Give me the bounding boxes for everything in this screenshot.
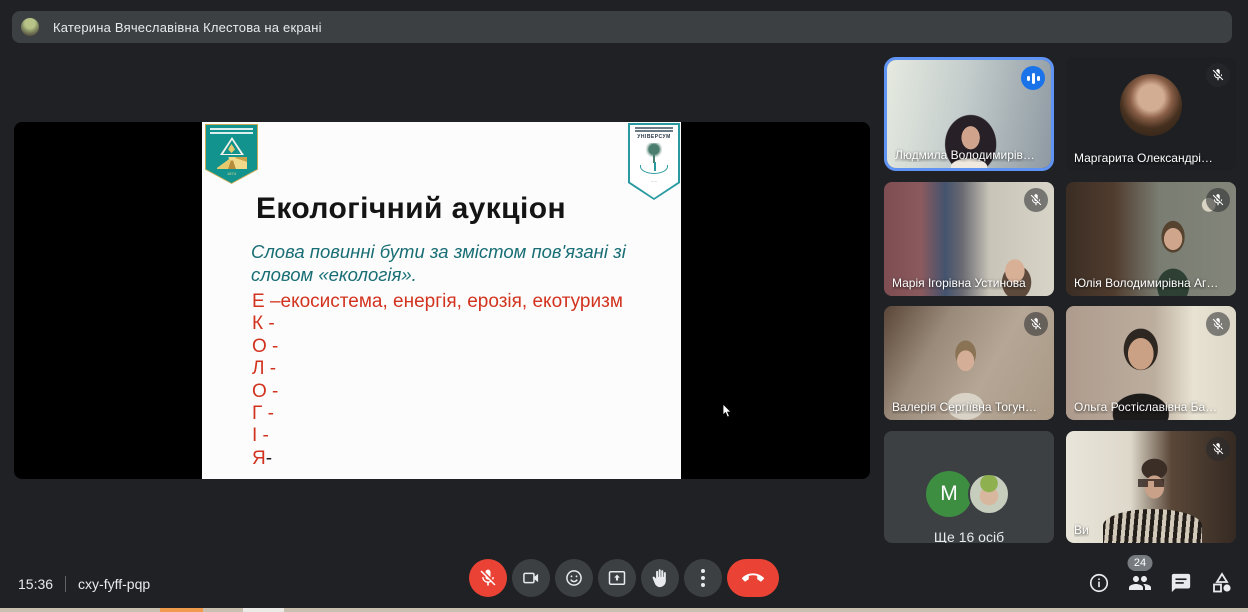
participant-name: Марія Ігорівна Устинова (892, 276, 1026, 290)
meeting-statusbar: 15:36 cxy-fyff-pqp (18, 576, 150, 592)
mic-off-icon (480, 569, 496, 586)
raise-hand-button[interactable] (641, 559, 679, 597)
present-screen-button[interactable] (598, 559, 636, 597)
mic-off-icon (1206, 63, 1230, 87)
participant-tile-marharyta[interactable]: Маргарита Олександрі… (1066, 57, 1236, 171)
mic-off-icon (1206, 437, 1230, 461)
videocam-icon (523, 572, 539, 584)
glasses-decoration (1138, 478, 1164, 487)
university-crest-logo: 1874 (205, 124, 258, 184)
participant-name: Людмила Володимирів… (895, 148, 1035, 162)
mute-microphone-button[interactable] (469, 559, 507, 597)
self-label: Ви (1074, 523, 1089, 537)
universum-college-logo: УНІВЕРСУМ ····· (628, 123, 680, 200)
participant-avatar (1120, 73, 1182, 136)
letter-line: О - (252, 335, 279, 357)
google-meet-window: Катерина Вячеславівна Клестова на екрані… (0, 0, 1248, 612)
show-participants-button[interactable]: 24 (1127, 555, 1153, 595)
shared-screen-stage: 1874 УНІВЕРСУМ ····· Екологічний аукціон… (14, 122, 870, 479)
participant-name: Валерія Сергіївна Тогун… (892, 400, 1037, 414)
overflow-avatars: M (926, 471, 1012, 517)
mic-off-icon (1024, 312, 1048, 336)
letter-line: К - (252, 313, 275, 335)
universum-wordmark: УНІВЕРСУМ (637, 134, 671, 140)
raise-hand-icon (652, 569, 666, 588)
info-icon (1089, 573, 1109, 593)
statusbar-divider (65, 576, 67, 592)
participant-tile-mariia[interactable]: Марія Ігорівна Устинова (884, 182, 1054, 296)
camera-button[interactable] (512, 559, 550, 597)
activities-shapes-icon (1213, 572, 1231, 593)
slide-subtitle: Слова повинні бути за змістом пов'язані … (251, 241, 626, 285)
present-to-all-icon (608, 571, 626, 585)
mouse-cursor (722, 404, 732, 418)
people-icon (1129, 576, 1151, 590)
participant-tile-liudmyla[interactable]: Людмила Володимирів… (884, 57, 1054, 171)
meeting-details-button[interactable] (1087, 571, 1111, 595)
meeting-panels-actions: 24 (1087, 555, 1234, 595)
more-vert-icon (701, 569, 705, 587)
participants-count-badge: 24 (1127, 555, 1153, 571)
letter-line: Л - (252, 358, 277, 380)
presenting-banner-text: Катерина Вячеславівна Клестова на екрані (53, 19, 322, 35)
mic-off-icon (1024, 188, 1048, 212)
letter-line: Г - (252, 403, 274, 425)
overflow-participants-tile[interactable]: M Ще 16 осіб (884, 431, 1054, 543)
participant-tile-valeriia[interactable]: Валерія Сергіївна Тогун… (884, 306, 1054, 420)
clock-time: 15:36 (18, 576, 54, 592)
emoji-smile-icon (566, 570, 582, 586)
more-options-button[interactable] (684, 559, 722, 597)
reactions-button[interactable] (555, 559, 593, 597)
taskbar-white-segment (243, 608, 284, 612)
participant-tile-olha[interactable]: Ольга Ростіславівна Ба… (1066, 306, 1236, 420)
letter-line: О - (252, 380, 279, 402)
letter-line: І - (252, 425, 269, 447)
taskbar-edge-strip (0, 608, 1248, 612)
avatar-letter-m: M (926, 471, 972, 517)
participant-tile-yuliia[interactable]: Юлія Володимирівна Аг… (1066, 182, 1236, 296)
slide-letter-list: Е –екосистема, енергія, ерозія, екотуриз… (252, 291, 623, 470)
mic-off-icon (1206, 312, 1230, 336)
meeting-code: cxy-fyff-pqp (78, 576, 151, 592)
activities-button[interactable] (1210, 571, 1234, 595)
letter-line: Е –екосистема, енергія, ерозія, екотуриз… (252, 291, 623, 312)
chat-button[interactable] (1169, 571, 1193, 595)
mic-off-icon (1206, 188, 1230, 212)
chat-icon (1171, 573, 1191, 593)
participant-name: Ольга Ростіславівна Ба… (1074, 400, 1218, 414)
overflow-count-label: Ще 16 осіб (933, 529, 1005, 543)
avatar-photo (968, 473, 1010, 515)
call-controls (469, 559, 779, 597)
participant-name: Юлія Володимирівна Аг… (1074, 276, 1219, 290)
presenting-banner: Катерина Вячеславівна Клестова на екрані (12, 11, 1232, 43)
speaking-indicator-icon (1021, 66, 1045, 90)
taskbar-orange-segment (160, 608, 203, 612)
presentation-slide: 1874 УНІВЕРСУМ ····· Екологічний аукціон… (202, 122, 681, 479)
call-end-icon (742, 573, 764, 582)
participant-name: Маргарита Олександрі… (1074, 151, 1213, 165)
presenter-avatar (21, 18, 39, 36)
letter-line-last: Я- (252, 447, 273, 469)
end-call-button[interactable] (727, 559, 779, 597)
self-view-tile[interactable]: Ви (1066, 431, 1236, 543)
slide-title: Екологічний аукціон (256, 192, 566, 225)
